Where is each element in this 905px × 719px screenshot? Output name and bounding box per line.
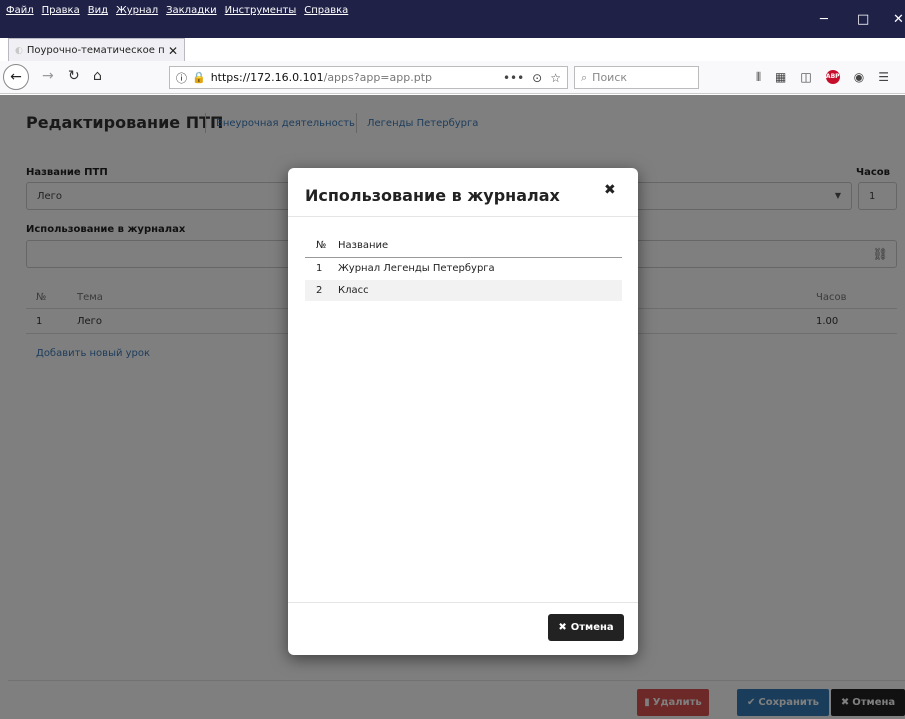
account-icon[interactable]: ◉: [854, 70, 864, 85]
adblock-icon[interactable]: ABP: [825, 70, 840, 84]
menu-bar: Файл Правка Вид Журнал Закладки Инструме…: [6, 5, 348, 16]
search-placeholder: Поиск: [592, 71, 628, 84]
menu-history[interactable]: Журнал: [116, 5, 158, 16]
maximize-icon[interactable]: □: [857, 12, 869, 27]
library-icon[interactable]: ⫴: [756, 70, 761, 85]
tab-title: Поурочно-тематическое пла: [26, 45, 164, 56]
search-input[interactable]: ⌕ Поиск: [574, 66, 699, 89]
modal-row-number: 2: [316, 285, 323, 296]
menu-help[interactable]: Справка: [304, 5, 348, 16]
modal-footer-divider: [288, 602, 638, 603]
modal-title: Использование в журналах: [305, 186, 560, 205]
browser-menubar: Файл Правка Вид Журнал Закладки Инструме…: [0, 0, 905, 38]
address-bar[interactable]: ⓘ 🔒 https://172.16.0.101/apps?app=app.pt…: [169, 66, 568, 89]
pocket-icon[interactable]: ⊙: [532, 71, 542, 85]
forward-icon[interactable]: →: [42, 68, 54, 84]
url-path: /apps?app=app.ptp: [323, 71, 432, 84]
home-icon[interactable]: ⌂: [93, 68, 102, 84]
back-icon[interactable]: ←: [3, 64, 29, 90]
menu-icon[interactable]: ☰: [878, 70, 889, 85]
new-tab-icon[interactable]: +: [194, 36, 209, 57]
close-window-icon[interactable]: ✕: [893, 12, 904, 27]
modal-header-divider: [288, 216, 638, 217]
modal-row-name: Класс: [338, 285, 369, 296]
extension-icon[interactable]: ▦: [775, 70, 786, 85]
minimize-icon[interactable]: ─: [820, 12, 828, 27]
close-tab-icon[interactable]: ✕: [168, 44, 178, 58]
browser-tab[interactable]: ◐ Поурочно-тематическое пла ✕: [8, 38, 185, 62]
modal-close-icon[interactable]: ✖: [604, 182, 616, 198]
page-actions-icon[interactable]: •••: [503, 71, 524, 85]
menu-file[interactable]: Файл: [6, 5, 34, 16]
modal-cancel-button[interactable]: ✖ Отмена: [548, 614, 624, 641]
menu-bookmarks[interactable]: Закладки: [166, 5, 217, 16]
bookmark-star-icon[interactable]: ☆: [550, 71, 561, 85]
close-icon: ✖: [558, 622, 567, 633]
modal-col-name: Название: [338, 240, 389, 251]
lock-warning-icon: 🔒: [192, 71, 206, 84]
favicon-icon: ◐: [15, 45, 23, 56]
url-host: https://172.16.0.101: [210, 71, 324, 84]
search-icon: ⌕: [581, 70, 588, 84]
usage-modal: Использование в журналах ✖ № Название 1 …: [288, 168, 638, 655]
sidebar-icon[interactable]: ◫: [800, 70, 811, 85]
info-icon[interactable]: ⓘ: [176, 70, 187, 86]
menu-view[interactable]: Вид: [88, 5, 108, 16]
table-row[interactable]: 1 Журнал Легенды Петербурга: [305, 258, 622, 279]
menu-tools[interactable]: Инструменты: [225, 5, 297, 16]
modal-col-number: №: [316, 240, 327, 251]
reload-icon[interactable]: ↻: [68, 68, 80, 84]
navigation-bar: ← → ↻ ⌂ ⓘ 🔒 https://172.16.0.101/apps?ap…: [0, 61, 905, 94]
modal-cancel-label: Отмена: [570, 622, 614, 633]
modal-row-number: 1: [316, 263, 323, 274]
table-row[interactable]: 2 Класс: [305, 280, 622, 301]
modal-row-name: Журнал Легенды Петербурга: [338, 263, 495, 274]
menu-edit[interactable]: Правка: [42, 5, 80, 16]
